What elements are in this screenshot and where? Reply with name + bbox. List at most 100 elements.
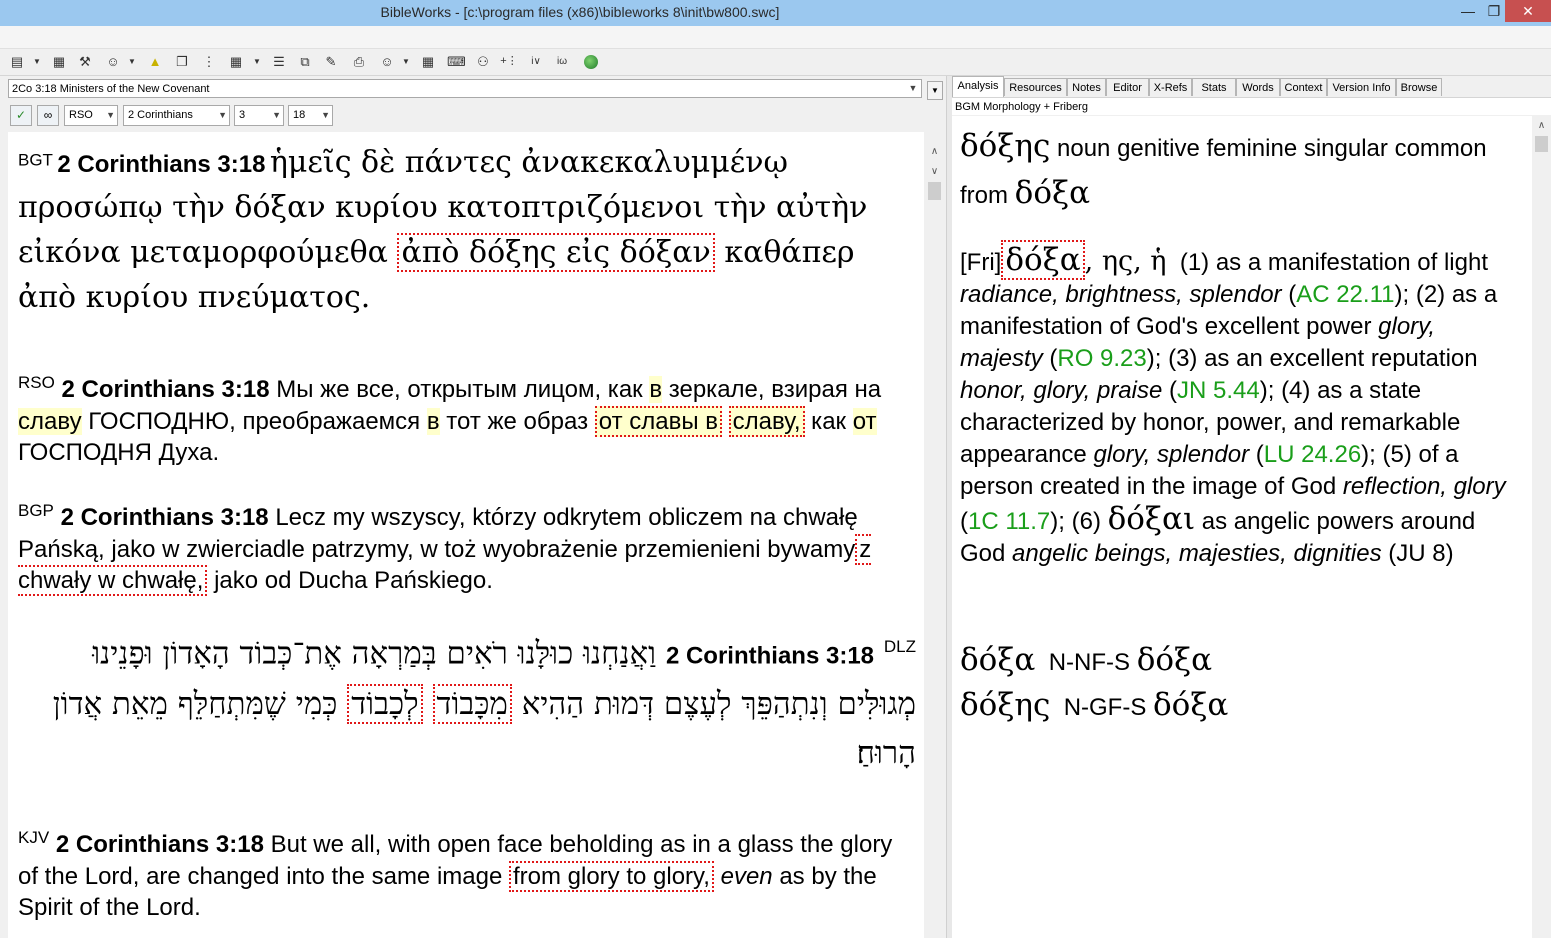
tab-editor[interactable]: Editor [1106,78,1149,96]
person-icon[interactable]: ⚇ [474,53,492,70]
verse-reference[interactable]: 2 Corinthians 3:18 [666,642,874,669]
scripture-link[interactable]: JN 5.44 [1177,377,1260,404]
globe-icon[interactable] [584,55,598,69]
chevron-down-icon: ▼ [106,110,115,120]
link-icon[interactable]: ∞ [37,105,59,126]
verse-reference[interactable]: 2 Corinthians 3:18 [61,504,269,531]
morph-lemma[interactable]: δόξα [1137,642,1212,678]
scripture-link[interactable]: LU 24.26 [1264,441,1361,468]
stack-icon[interactable]: ▤ [8,53,26,70]
tab-version-info[interactable]: Version Info [1327,78,1396,96]
chevron-up-icon[interactable]: ∧ [926,146,943,157]
layout-icon[interactable]: ▦ [419,53,437,70]
chevron-down-icon[interactable]: ▼ [905,80,921,97]
tools-icon[interactable]: ⚒ [76,53,94,70]
analysis-tabs: Analysis Resources Notes Editor X-Refs S… [952,76,1551,97]
chevron-down-icon[interactable]: ▼ [128,53,136,70]
grid-icon[interactable]: ▦ [227,53,245,70]
scripture-link[interactable]: RO 9.23 [1057,345,1146,372]
gloss-text: angelic beings, majesties, dignities [1012,540,1382,567]
morph-lemma[interactable]: δόξα [1153,687,1228,723]
highlighted-phrase: от славы в [594,405,722,437]
gloss-text: honor, glory, praise [960,377,1163,404]
gloss-text: glory, splendor [1093,441,1250,468]
parsed-word[interactable]: δόξης [960,128,1050,164]
definition-text: (JU 8) [1381,540,1454,567]
lemma-word[interactable]: δόξα [1015,175,1090,211]
tab-notes[interactable]: Notes [1067,78,1106,96]
scripture-link[interactable]: 1C 11.7 [968,508,1050,535]
chevron-down-icon[interactable]: ▼ [402,53,410,70]
browse-text-area: BGT 2 Corinthians 3:18 ἡμεῖς δὲ πάντες ἀ… [8,132,924,938]
chevron-up-icon[interactable]: ∧ [1532,120,1551,131]
print-icon[interactable]: ⎙ [350,53,368,70]
gloss-text: reflection, glory [1342,473,1506,500]
chevron-down-icon[interactable]: ∨ [926,166,943,177]
morph-code: N-NF-S [1048,649,1131,676]
plus-icon[interactable]: +⋮ [500,53,518,70]
scripture-link[interactable]: AC 22.11 [1296,281,1394,308]
version-tag: BGP [18,501,54,520]
list-icon[interactable]: ☰ [270,53,288,70]
definition-text: (1) as a manifestation of light [1179,249,1488,276]
tab-stats[interactable]: Stats [1192,78,1236,96]
version-select[interactable]: RSO ▼ [64,105,118,126]
close-button[interactable]: ✕ [1505,0,1551,22]
verse-reference[interactable]: 2 Corinthians 3:18 [56,831,264,858]
version-select-value: RSO [69,109,93,121]
windows-icon[interactable]: ❐ [173,53,191,70]
definition-text: ); (3) as an excellent reputation [1146,345,1478,372]
book-select[interactable]: 2 Corinthians ▼ [123,105,230,126]
verse-bgt: BGT 2 Corinthians 3:18 ἡμεῖς δὲ πάντες ἀ… [18,140,918,320]
title-bar: BibleWorks - [c:\program files (x86)\bib… [0,0,1551,26]
verse-select[interactable]: 18 ▼ [288,105,333,126]
analysis-content: δόξης noun genitive feminine singular co… [952,116,1532,938]
verse-reference[interactable]: 2 Corinthians 3:18 [57,151,265,178]
morph-word[interactable]: δόξα [960,642,1035,678]
minimize-button[interactable]: — [1456,0,1480,22]
chevron-down-icon[interactable]: ▼ [253,53,261,70]
match-word: в [649,376,663,403]
browse-scrollbar[interactable]: ∧ ∨ [926,132,943,938]
morph-line: δόξης N-GF-S δόξα [960,683,1520,730]
reference-input[interactable]: 2Co 3:18 Ministers of the New Covenant ▼ [8,79,922,98]
scroll-thumb[interactable] [928,182,941,200]
chevron-down-icon: ▼ [321,110,330,120]
reference-menu-button[interactable]: ▼ [927,81,943,100]
tab-xrefs[interactable]: X-Refs [1149,78,1192,96]
match-word: от [852,407,877,435]
highlighted-phrase: מִכָּבוֹד [432,684,512,725]
tab-analysis[interactable]: Analysis [952,76,1004,97]
verse-icon[interactable]: i∨ [527,53,545,70]
user-icon[interactable]: ☺ [104,53,122,70]
verse-reference[interactable]: 2 Corinthians 3:18 [62,376,270,403]
web-icon[interactable]: iω [553,53,571,70]
copy-icon[interactable]: ⧉ [296,53,314,70]
scroll-thumb[interactable] [1535,136,1548,152]
search-icon[interactable]: ▲ [146,53,164,70]
verse-text: ГОСПОДНЮ, преображаемся [81,407,427,435]
greek-word[interactable]: δόξαι [1108,501,1196,537]
highlighted-phrase: from glory to glory, [508,860,714,892]
restore-button[interactable]: ❐ [1482,0,1506,22]
chevron-down-icon[interactable]: ▼ [33,53,41,70]
chapter-select[interactable]: 3 ▼ [234,105,284,126]
tab-context[interactable]: Context [1280,78,1327,96]
morph-word[interactable]: δόξης [960,687,1050,723]
version-tag: RSO [18,373,55,392]
user2-icon[interactable]: ☺ [378,53,396,70]
dictionary-icon[interactable]: ⌨ [447,53,466,70]
tab-browse[interactable]: Browse [1396,78,1442,96]
italic-word: even [720,862,773,890]
definition-text: ); (6) [1050,508,1108,535]
menu-bar [0,26,1551,49]
checkmark-icon[interactable]: ✓ [10,105,32,126]
tab-resources[interactable]: Resources [1004,78,1067,96]
analysis-scrollbar[interactable]: ∧ [1532,116,1551,938]
flow-icon[interactable]: ⋮ [200,53,218,70]
book-select-value: 2 Corinthians [128,109,193,121]
edit-icon[interactable]: ✎ [322,53,340,70]
bookmark-icon[interactable]: ▦ [50,53,68,70]
tab-words[interactable]: Words [1236,78,1280,96]
analysis-source: BGM Morphology + Friberg [952,97,1551,115]
